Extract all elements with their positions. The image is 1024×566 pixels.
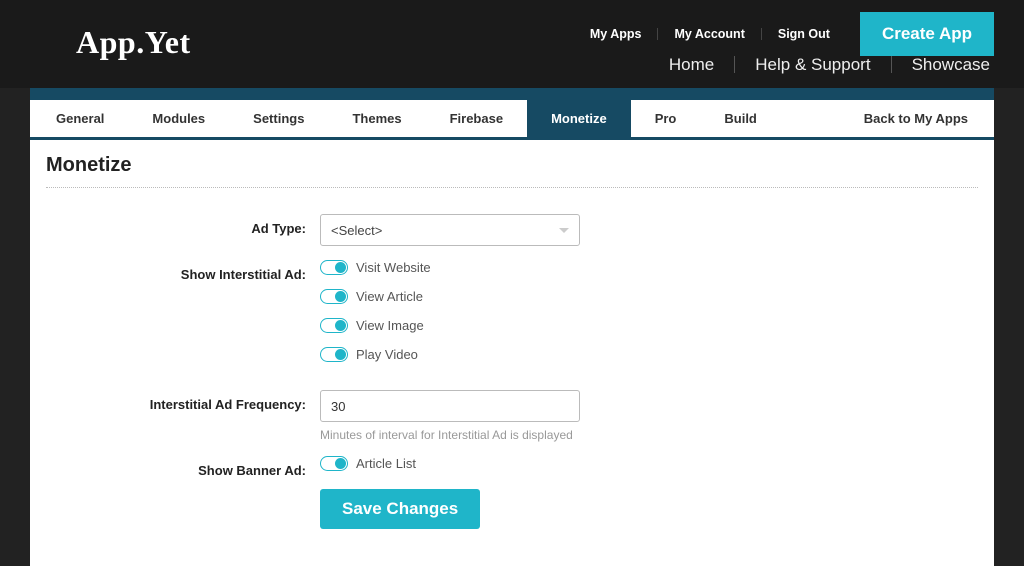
content: General Modules Settings Themes Firebase… [30,100,994,566]
tab-pro[interactable]: Pro [631,100,701,137]
tab-spacer [781,100,840,137]
page-body: Monetize Ad Type: <Select> Show Intersti… [30,140,994,557]
toggle-knob-icon [335,458,346,469]
row-ad-type: Ad Type: <Select> [46,214,978,246]
toggle-label-view-article: View Article [356,289,423,304]
row-show-banner: Show Banner Ad: Article List Save Change… [46,456,978,529]
row-show-interstitial: Show Interstitial Ad: Visit Website View… [46,260,978,376]
toggle-view-image[interactable] [320,318,348,333]
label-show-interstitial: Show Interstitial Ad: [46,260,320,282]
frequency-helper: Minutes of interval for Interstitial Ad … [320,428,978,442]
toggle-knob-icon [335,320,346,331]
nav-home[interactable]: Home [649,56,735,73]
toggle-label-visit-website: Visit Website [356,260,431,275]
toggle-article-list[interactable] [320,456,348,471]
top-links: My Apps My Account Sign Out Create App [574,12,994,56]
toggle-view-article[interactable] [320,289,348,304]
tab-general[interactable]: General [32,100,128,137]
tab-firebase[interactable]: Firebase [426,100,527,137]
tabs: General Modules Settings Themes Firebase… [30,100,994,140]
row-frequency: Interstitial Ad Frequency: Minutes of in… [46,390,978,442]
toggle-knob-icon [335,349,346,360]
toggle-play-video[interactable] [320,347,348,362]
main-nav: Home Help & Support Showcase [649,56,994,73]
label-show-banner: Show Banner Ad: [46,456,320,478]
save-changes-button[interactable]: Save Changes [320,489,480,529]
top-bar: App.Yet My Apps My Account Sign Out Crea… [0,0,1024,88]
nav-help-support[interactable]: Help & Support [735,56,891,73]
tab-settings[interactable]: Settings [229,100,328,137]
tab-monetize[interactable]: Monetize [527,100,631,137]
label-ad-type: Ad Type: [46,214,320,236]
nav-my-account[interactable]: My Account [658,28,761,41]
toggle-label-view-image: View Image [356,318,424,333]
ad-type-select[interactable]: <Select> [320,214,580,246]
nav-sign-out[interactable]: Sign Out [762,28,846,41]
chevron-down-icon [559,228,569,233]
nav-my-apps[interactable]: My Apps [574,28,659,41]
sub-bar [30,88,994,100]
nav-showcase[interactable]: Showcase [892,56,994,73]
toggle-visit-website[interactable] [320,260,348,275]
toggle-knob-icon [335,291,346,302]
toggle-label-play-video: Play Video [356,347,418,362]
toggle-knob-icon [335,262,346,273]
frequency-input[interactable] [320,390,580,422]
tab-modules[interactable]: Modules [128,100,229,137]
tab-build[interactable]: Build [700,100,781,137]
logo[interactable]: App.Yet [76,24,191,61]
toggle-label-article-list: Article List [356,456,416,471]
tab-back-to-my-apps[interactable]: Back to My Apps [840,100,992,137]
create-app-button[interactable]: Create App [860,12,994,56]
page-title: Monetize [46,154,978,188]
tab-themes[interactable]: Themes [328,100,425,137]
label-frequency: Interstitial Ad Frequency: [46,390,320,412]
ad-type-value: <Select> [331,223,382,238]
